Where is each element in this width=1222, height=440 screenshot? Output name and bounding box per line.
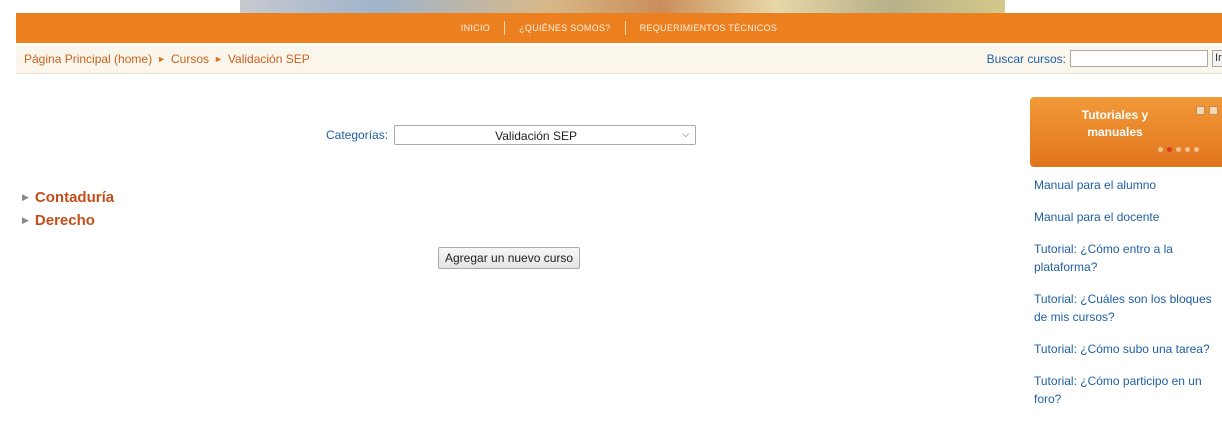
category-name[interactable]: Contaduría <box>35 189 114 206</box>
tutorial-link[interactable]: Manual para el docente <box>1034 208 1218 226</box>
breadcrumb-current: Validación SEP <box>227 52 310 66</box>
breadcrumb: Página Principal (home) ► Cursos ► Valid… <box>24 52 310 66</box>
tutorials-links: Manual para el alumno Manual para el doc… <box>1034 176 1218 422</box>
category-selector: Categorías: Validación SEP ⌵ <box>326 125 697 145</box>
category-name[interactable]: Derecho <box>35 212 95 229</box>
carousel-dot[interactable] <box>1158 147 1163 152</box>
search-label: Buscar cursos: <box>986 51 1066 66</box>
category-select-value: Validación SEP <box>495 129 577 143</box>
header-banner-image <box>240 0 1005 13</box>
course-search: Buscar cursos: Ir <box>987 50 1222 67</box>
carousel-dot[interactable] <box>1194 147 1199 152</box>
expand-triangle-icon: ▶ <box>22 192 29 202</box>
dock-block-icon[interactable] <box>1196 106 1205 115</box>
expand-triangle-icon: ▶ <box>22 215 29 225</box>
tutorial-link[interactable]: Tutorial: ¿Cómo subo una tarea? <box>1034 340 1218 358</box>
tutorials-block-header: Tutoriales y manuales <box>1030 97 1222 167</box>
search-go-button[interactable]: Ir <box>1212 50 1222 67</box>
category-select[interactable]: Validación SEP ⌵ <box>394 125 697 145</box>
tutorial-link[interactable]: Tutorial: ¿Cómo participo en un foro? <box>1034 372 1218 408</box>
breadcrumb-bar: Página Principal (home) ► Cursos ► Valid… <box>16 45 1222 74</box>
breadcrumb-separator-icon: ► <box>214 54 223 64</box>
carousel-dot-active[interactable] <box>1167 147 1172 152</box>
block-controls <box>1196 106 1218 115</box>
nav-link-inicio[interactable]: INICIO <box>461 23 490 33</box>
tutorial-link[interactable]: Tutorial: ¿Cuáles son los bloques de mis… <box>1034 290 1218 326</box>
category-label: Categorías: <box>326 128 389 142</box>
breadcrumb-home-link[interactable]: Página Principal (home) <box>24 52 152 66</box>
category-item[interactable]: ▶ Contaduría <box>22 186 114 209</box>
tutorial-link[interactable]: Tutorial: ¿Cómo entro a la plataforma? <box>1034 240 1218 276</box>
nav-link-requerimientos[interactable]: REQUERIMIENTOS TÉCNICOS <box>640 23 778 33</box>
hide-block-icon[interactable] <box>1209 106 1218 115</box>
nav-link-quienes-somos[interactable]: ¿QUIÉNES SOMOS? <box>519 23 611 33</box>
search-input[interactable] <box>1070 50 1208 67</box>
tutorial-link[interactable]: Manual para el alumno <box>1034 176 1218 194</box>
carousel-dot[interactable] <box>1185 147 1190 152</box>
chevron-down-icon: ⌵ <box>682 129 690 139</box>
nav-divider <box>504 21 506 35</box>
category-item[interactable]: ▶ Derecho <box>22 209 114 232</box>
tutorials-block-title: Tutoriales y manuales <box>1081 108 1149 139</box>
nav-divider <box>624 21 626 35</box>
carousel-dots <box>1158 147 1199 152</box>
add-course-button[interactable]: Agregar un nuevo curso <box>438 247 581 269</box>
breadcrumb-separator-icon: ► <box>157 54 166 64</box>
carousel-dot[interactable] <box>1176 147 1181 152</box>
top-navigation-bar: INICIO ¿QUIÉNES SOMOS? REQUERIMIENTOS TÉ… <box>16 13 1222 43</box>
category-list: ▶ Contaduría ▶ Derecho <box>22 186 114 232</box>
breadcrumb-courses-link[interactable]: Cursos <box>171 52 209 66</box>
